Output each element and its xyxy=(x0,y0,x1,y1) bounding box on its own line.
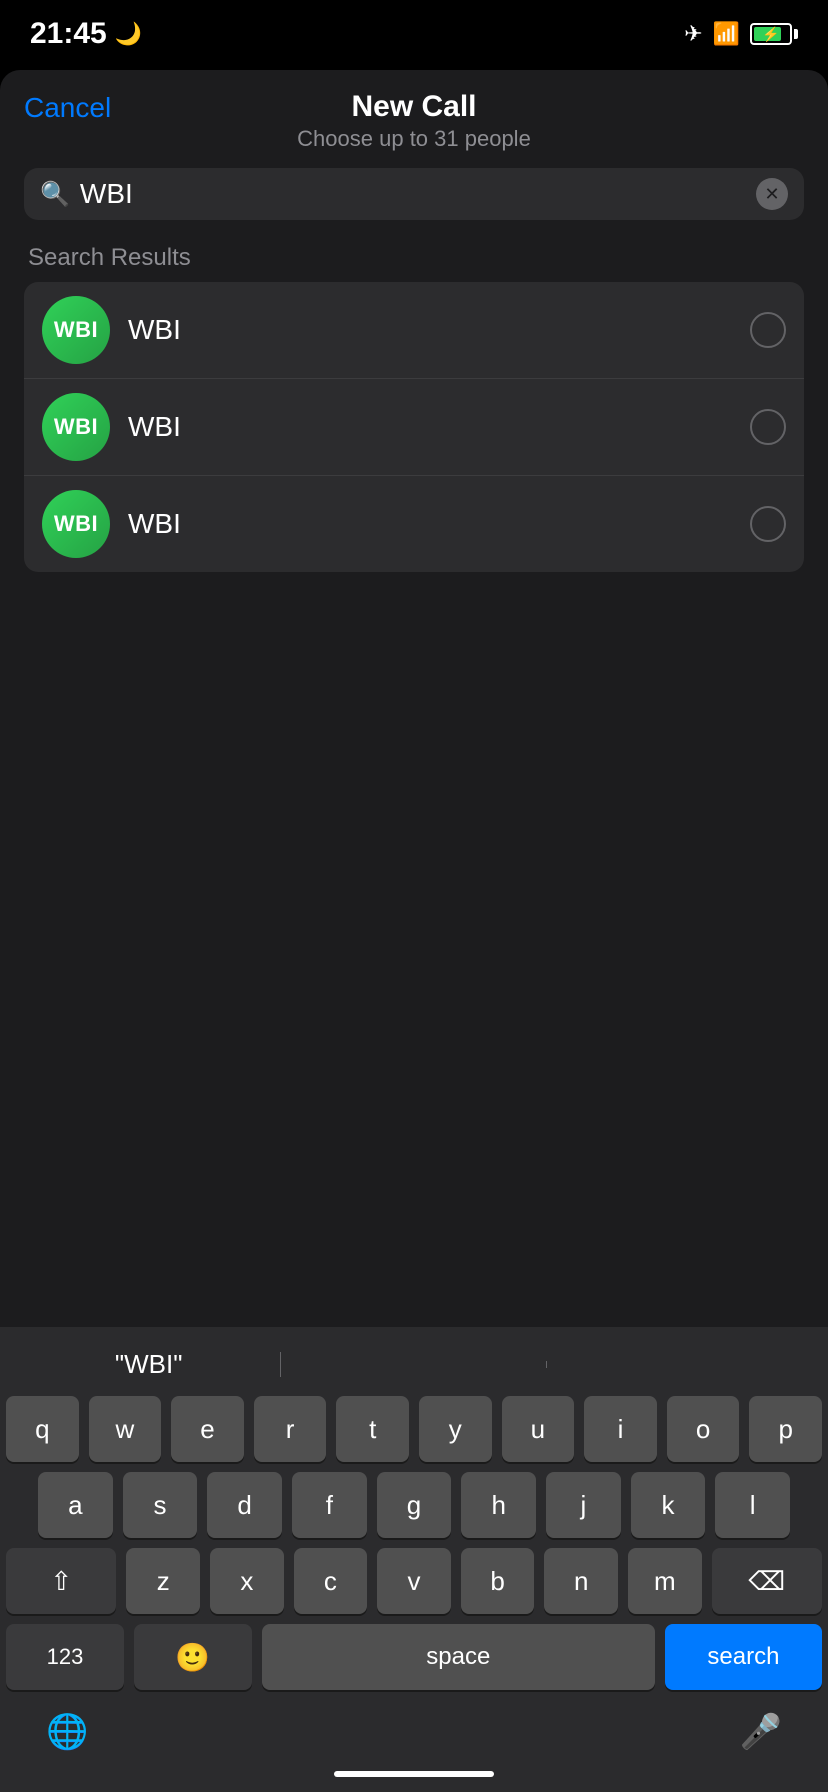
search-icon: 🔍 xyxy=(40,180,70,209)
avatar: WBI xyxy=(42,296,110,364)
airplane-icon: ✈ xyxy=(684,21,702,47)
key-i[interactable]: i xyxy=(584,1396,657,1462)
key-d[interactable]: d xyxy=(207,1472,282,1538)
avatar-text: WBI xyxy=(54,414,98,440)
numbers-key[interactable]: 123 xyxy=(6,1624,124,1690)
key-z[interactable]: z xyxy=(126,1548,200,1614)
shift-key[interactable]: ⇧ xyxy=(6,1548,116,1614)
cancel-button[interactable]: Cancel xyxy=(24,92,111,124)
key-g[interactable]: g xyxy=(377,1472,452,1538)
key-f[interactable]: f xyxy=(292,1472,367,1538)
keyboard-area: "WBI" q w e r t y u i o p a s d f g h j … xyxy=(0,1327,828,1792)
table-row[interactable]: WBI WBI xyxy=(24,282,804,379)
moon-icon: 🌙 xyxy=(115,21,142,47)
modal-header: Cancel New Call Choose up to 31 people xyxy=(24,90,804,152)
modal-title: New Call xyxy=(297,90,531,124)
keyboard-row-4: 123 🙂 space search xyxy=(6,1624,822,1690)
key-q[interactable]: q xyxy=(6,1396,79,1462)
key-y[interactable]: y xyxy=(419,1396,492,1462)
key-w[interactable]: w xyxy=(89,1396,162,1462)
home-indicator xyxy=(6,1762,822,1792)
table-row[interactable]: WBI WBI xyxy=(24,476,804,572)
key-p[interactable]: p xyxy=(749,1396,822,1462)
delete-key[interactable]: ⌫ xyxy=(712,1548,822,1614)
key-r[interactable]: r xyxy=(254,1396,327,1462)
status-icons: ✈ 📶 ⚡ xyxy=(684,21,798,47)
search-results-label: Search Results xyxy=(24,244,804,272)
avatar: WBI xyxy=(42,393,110,461)
keyboard-row-2: a s d f g h j k l xyxy=(6,1472,822,1538)
emoji-key[interactable]: 🙂 xyxy=(134,1624,252,1690)
search-clear-button[interactable]: ✕ xyxy=(756,178,788,210)
select-circle[interactable] xyxy=(750,506,786,542)
key-a[interactable]: a xyxy=(38,1472,113,1538)
autocomplete-item-2 xyxy=(281,1359,546,1371)
battery-icon: ⚡ xyxy=(750,23,798,45)
globe-icon[interactable]: 🌐 xyxy=(46,1712,88,1752)
home-bar xyxy=(334,1771,494,1777)
key-n[interactable]: n xyxy=(544,1548,618,1614)
contact-name: WBI xyxy=(128,411,732,443)
search-key[interactable]: search xyxy=(665,1624,822,1690)
key-b[interactable]: b xyxy=(461,1548,535,1614)
contact-name: WBI xyxy=(128,508,732,540)
status-time: 21:45 xyxy=(30,17,107,51)
key-x[interactable]: x xyxy=(210,1548,284,1614)
key-o[interactable]: o xyxy=(667,1396,740,1462)
table-row[interactable]: WBI WBI xyxy=(24,379,804,476)
select-circle[interactable] xyxy=(750,312,786,348)
wifi-icon: 📶 xyxy=(713,21,740,47)
key-u[interactable]: u xyxy=(502,1396,575,1462)
select-circle[interactable] xyxy=(750,409,786,445)
status-bar: 21:45 🌙 ✈ 📶 ⚡ xyxy=(0,0,828,60)
keyboard-row-3: ⇧ z x c v b n m ⌫ xyxy=(6,1548,822,1614)
search-bar[interactable]: 🔍 ✕ xyxy=(24,168,804,220)
search-input[interactable] xyxy=(80,178,746,210)
contact-name: WBI xyxy=(128,314,732,346)
header-title-block: New Call Choose up to 31 people xyxy=(297,90,531,152)
autocomplete-row: "WBI" xyxy=(6,1337,822,1396)
space-key[interactable]: space xyxy=(262,1624,655,1690)
bottom-bar: 🌐 🎤 xyxy=(6,1700,822,1762)
keyboard-row-1: q w e r t y u i o p xyxy=(6,1396,822,1462)
avatar-text: WBI xyxy=(54,511,98,537)
key-s[interactable]: s xyxy=(123,1472,198,1538)
results-list: WBI WBI WBI WBI WBI WBI xyxy=(24,282,804,572)
mic-icon[interactable]: 🎤 xyxy=(740,1712,782,1752)
avatar: WBI xyxy=(42,490,110,558)
modal-sheet: Cancel New Call Choose up to 31 people 🔍… xyxy=(0,70,828,1792)
key-k[interactable]: k xyxy=(631,1472,706,1538)
modal-subtitle: Choose up to 31 people xyxy=(297,126,531,152)
key-c[interactable]: c xyxy=(294,1548,368,1614)
key-h[interactable]: h xyxy=(461,1472,536,1538)
key-v[interactable]: v xyxy=(377,1548,451,1614)
key-m[interactable]: m xyxy=(628,1548,702,1614)
autocomplete-item-3 xyxy=(547,1359,812,1371)
key-j[interactable]: j xyxy=(546,1472,621,1538)
key-l[interactable]: l xyxy=(715,1472,790,1538)
key-e[interactable]: e xyxy=(171,1396,244,1462)
avatar-text: WBI xyxy=(54,317,98,343)
key-t[interactable]: t xyxy=(336,1396,409,1462)
autocomplete-item-1[interactable]: "WBI" xyxy=(16,1343,281,1386)
